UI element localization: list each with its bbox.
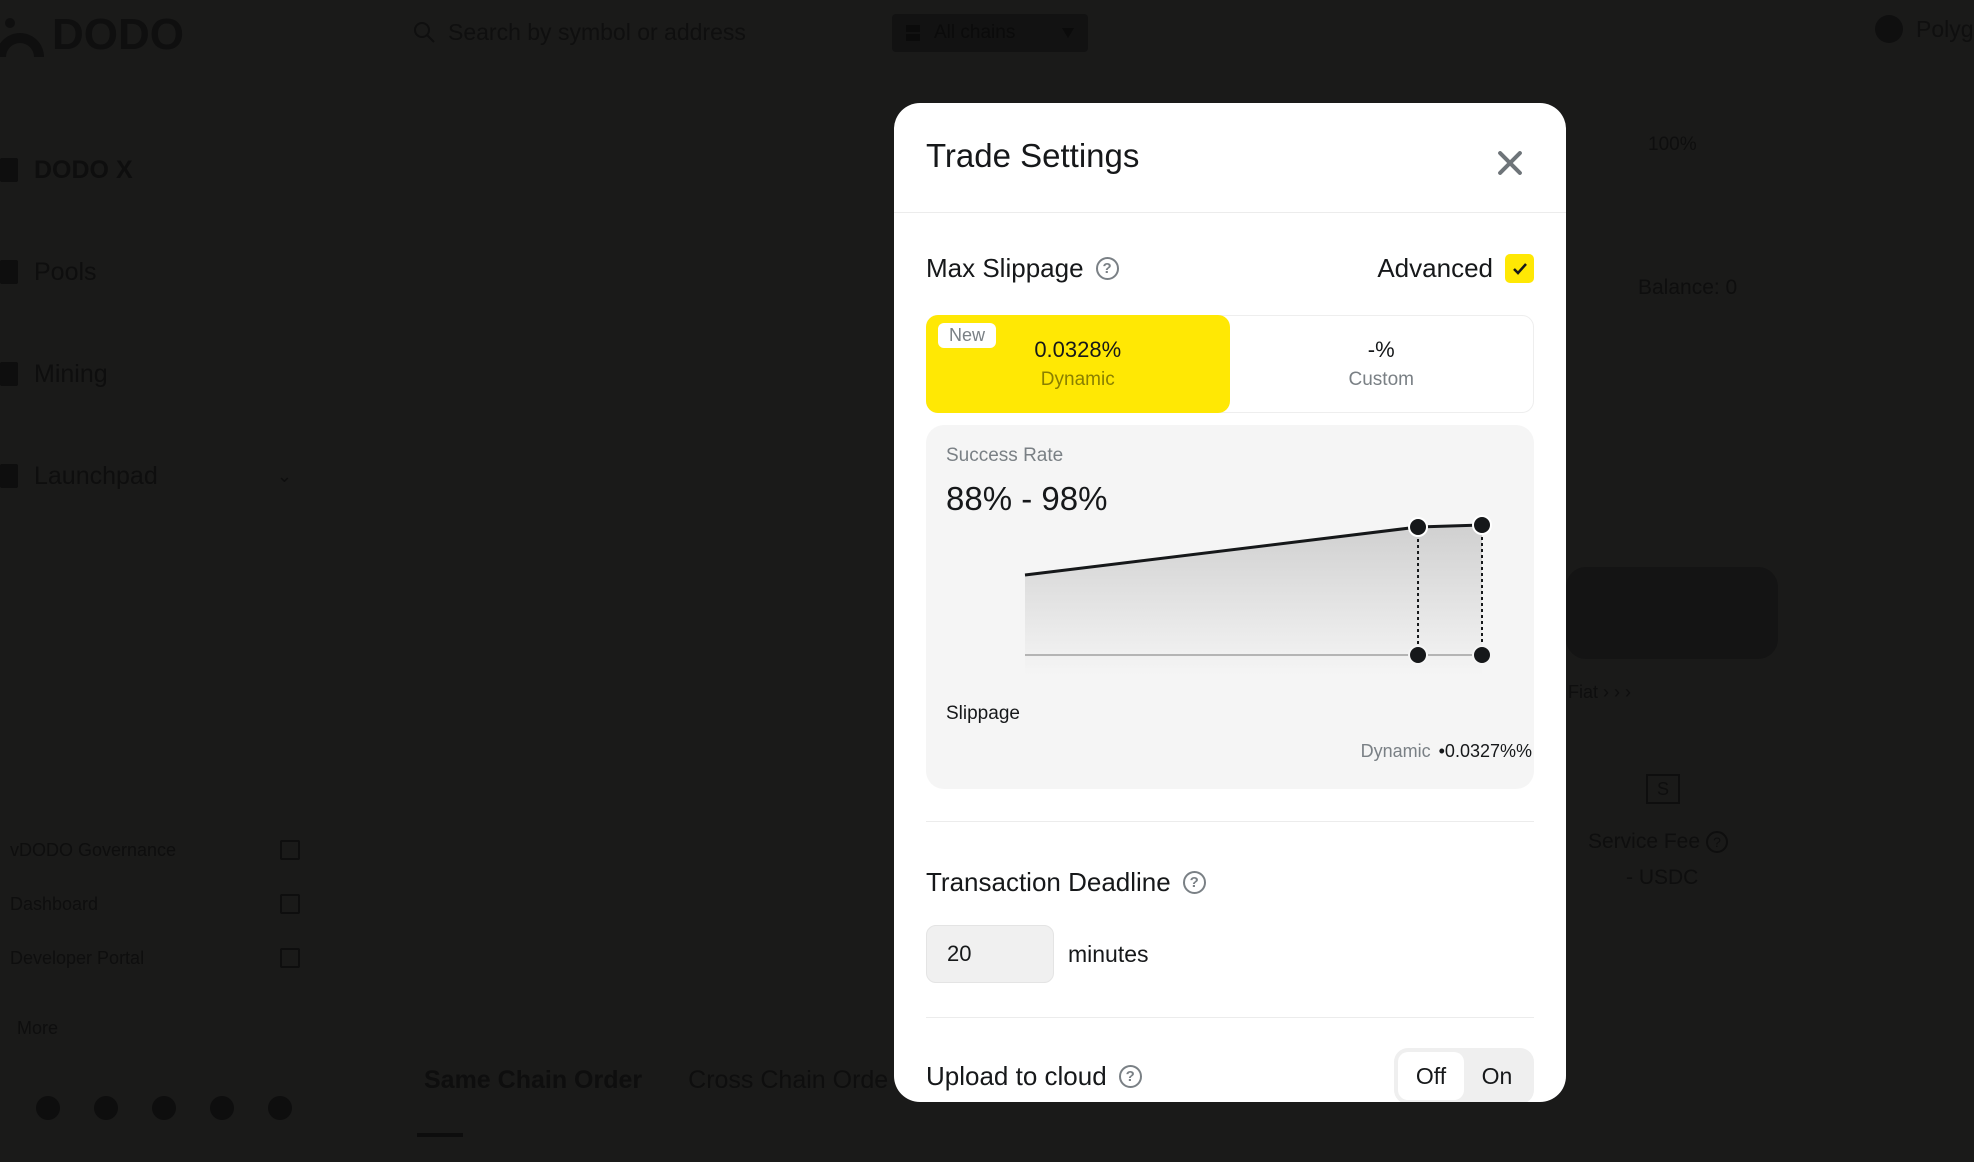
percent-label[interactable]: 100% [1648,134,1697,156]
custom-label: Custom [1348,369,1414,390]
logo-text: DODO [52,10,184,59]
upload-to-cloud-label-group: Upload to cloud ? [926,1061,1142,1092]
balance-label: Balance: 0 [1638,276,1738,299]
sidebar-item-mining[interactable]: Mining [0,354,300,394]
toggle-off[interactable]: Off [1398,1052,1464,1100]
dodo-bird-icon [0,11,48,59]
fiat-link[interactable]: Fiat › › › [1568,682,1631,703]
sidebar-item-label: Pools [34,257,97,286]
help-icon[interactable]: ? [1118,1064,1142,1088]
medium-icon[interactable] [268,1096,292,1120]
mining-icon [0,362,18,386]
advanced-toggle[interactable]: Advanced [1377,253,1534,284]
dodo-logo[interactable]: DODO [0,10,184,60]
link-label: vDODO Governance [10,839,177,860]
upload-to-cloud-row: Upload to cloud ? Off On [926,1048,1534,1102]
search-icon [414,22,435,43]
fee-icon: S [1646,774,1680,804]
search-placeholder: Search by symbol or address [448,18,746,45]
sidebar-item-label: Mining [34,359,108,388]
deadline-input[interactable] [926,925,1054,983]
link-label: Developer Portal [10,947,145,968]
external-link-icon [280,948,300,968]
success-rate-range: 88% - 98% [946,480,1108,517]
link-label: Dashboard [10,893,99,914]
tab-cross-chain-order[interactable]: Cross Chain Orde [688,1066,888,1095]
link-developer-portal[interactable]: Developer Portal [0,943,300,973]
success-rate-label: Success Rate [946,445,1064,466]
sidebar-item-pools[interactable]: Pools [0,252,300,292]
sidebar-item-label: DODO X [34,155,133,184]
external-link-icon [280,894,300,914]
order-tabs: Same Chain Order Cross Chain Orde [424,1066,888,1095]
launchpad-icon [0,464,18,488]
advanced-label: Advanced [1377,253,1493,283]
toggle-on[interactable]: On [1464,1052,1530,1100]
help-icon[interactable]: ? [1706,831,1729,853]
social-links [36,1096,292,1120]
upload-to-cloud-toggle: Off On [1394,1048,1534,1102]
link-vdodo-governance[interactable]: vDODO Governance [0,835,300,865]
max-slippage-row: Max Slippage ? Advanced [926,253,1534,284]
trade-settings-modal: Trade Settings Max Slippage ? Advanced N… [894,103,1566,1102]
slippage-mode-selector: New 0.0328% Dynamic -% Custom [926,315,1534,413]
external-link-icon [280,840,300,860]
swap-panel: 100% Balance: 0 Fiat › › › S Service Fee… [1560,0,1974,1162]
active-tab-indicator [417,1133,463,1137]
chain-selector[interactable]: All chains [892,14,1088,52]
deadline-unit: minutes [1068,940,1149,967]
dynamic-label: Dynamic [1040,369,1115,390]
sidebar-item-dodo-x[interactable]: DODO X [0,150,300,190]
slippage-option-dynamic[interactable]: New 0.0328% Dynamic [926,315,1230,413]
help-icon[interactable]: ? [1182,871,1206,894]
service-fee-value: - USDC [1626,866,1699,889]
swap-button[interactable] [1566,567,1778,659]
service-fee-label: Service Fee [1588,830,1701,853]
sidebar-item-label: Launchpad [34,461,158,490]
footer-value: •0.0327%% [1438,741,1532,761]
tab-same-chain-order[interactable]: Same Chain Order [424,1066,642,1095]
chart-footer: Dynamic •0.0327%% [1361,741,1532,762]
divider [926,821,1534,822]
dynamic-point-top-dot [1408,517,1429,537]
dodo-x-icon [0,158,18,182]
modal-header: Trade Settings [894,103,1566,213]
upload-to-cloud-label: Upload to cloud [926,1060,1107,1091]
grid-icon [906,25,920,41]
advanced-checkbox[interactable] [1505,254,1534,283]
discord-icon[interactable] [152,1096,176,1120]
success-rate-card: Success Rate 88% - 98% Slippage Dynamic … [926,425,1534,789]
service-fee: Service Fee ? [1588,830,1729,854]
transaction-deadline-label-group: Transaction Deadline ? [926,867,1206,898]
checkmark-icon [1512,262,1527,275]
slippage-option-custom[interactable]: -% Custom [1230,316,1534,412]
transaction-deadline-row: minutes [926,925,1149,983]
max-slippage-label: Max Slippage [926,253,1084,283]
max-point-axis-dot [1472,645,1492,665]
new-badge: New [938,323,997,348]
github-icon[interactable] [36,1096,60,1120]
close-icon[interactable] [1496,149,1524,177]
dynamic-point-axis-dot [1408,645,1429,665]
chain-selector-label: All chains [934,22,1016,43]
chevron-down-icon: ⌄ [276,465,292,486]
transaction-deadline-label: Transaction Deadline [926,867,1171,897]
caret-down-icon [1062,28,1074,38]
more-button[interactable]: More [17,1018,58,1039]
twitter-icon[interactable] [94,1096,118,1120]
dynamic-value: 0.0328% [1034,337,1122,362]
link-dashboard[interactable]: Dashboard [0,889,300,919]
divider [926,1017,1534,1018]
pools-icon [0,260,18,284]
max-point-top-dot [1472,515,1492,535]
help-icon[interactable]: ? [1095,257,1119,280]
telegram-icon[interactable] [210,1096,234,1120]
max-slippage-label-group: Max Slippage ? [926,253,1119,284]
modal-title: Trade Settings [926,137,1140,174]
search-bar[interactable]: Search by symbol or address [412,14,746,50]
slippage-axis-label: Slippage [946,703,1020,724]
footer-key: Dynamic [1360,741,1431,761]
sidebar-item-launchpad[interactable]: Launchpad ⌄ [0,456,300,496]
custom-value: -% [1367,337,1395,362]
